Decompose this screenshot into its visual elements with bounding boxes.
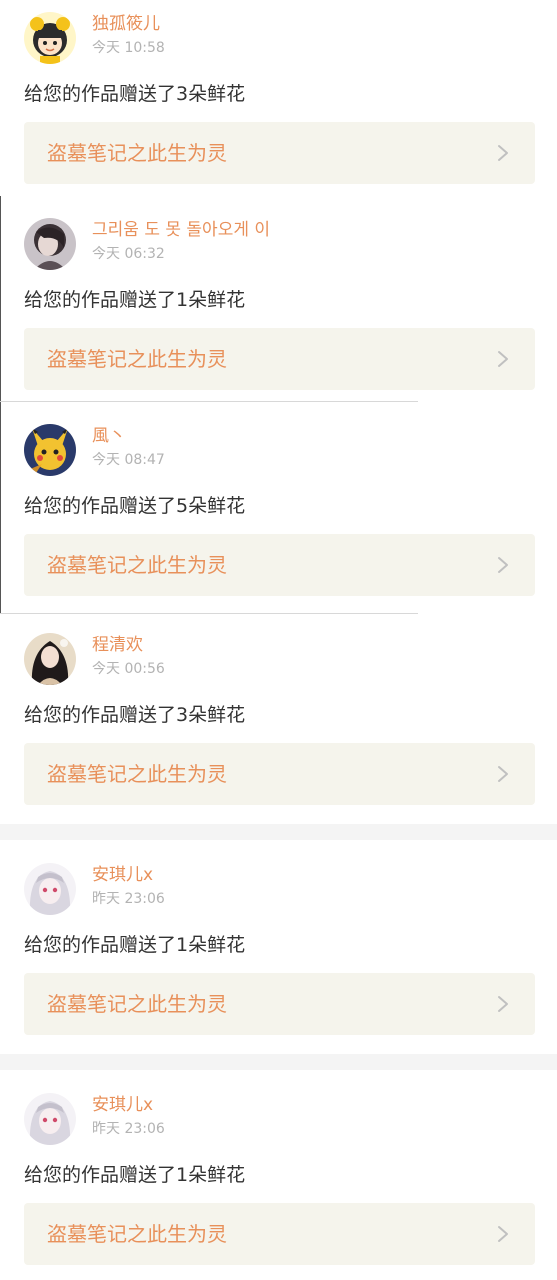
work-link-button[interactable]: 盗墓笔记之此生为灵 [24,973,535,1035]
work-link-button[interactable]: 盗墓笔记之此生为灵 [24,743,535,805]
dark-haired-girl-avatar[interactable] [24,218,76,270]
gift-message: 给您的作品赠送了3朵鲜花 [24,83,246,105]
card-separator [0,1054,557,1070]
notification-card: 그리움 도 못 돌아오게 이 今天 06:32 给您的作品赠送了1朵鲜花 盗墓笔… [0,206,557,402]
chevron-right-icon [493,1224,513,1244]
gift-message: 给您的作品赠送了1朵鲜花 [24,289,246,311]
work-title: 盗墓笔记之此生为灵 [47,762,227,786]
gift-timestamp: 今天 00:56 [92,661,165,677]
notification-card: 安琪儿x 昨天 23:06 给您的作品赠送了1朵鲜花 盗墓笔记之此生为灵 [0,851,557,1054]
work-title: 盗墓笔记之此生为灵 [47,992,227,1016]
work-link-button[interactable]: 盗墓笔记之此生为灵 [24,328,535,390]
notification-card: 独孤筱儿 今天 10:58 给您的作品赠送了3朵鲜花 盗墓笔记之此生为灵 [0,0,557,196]
gift-message: 给您的作品赠送了1朵鲜花 [24,1164,246,1186]
work-link-button[interactable]: 盗墓笔记之此生为灵 [24,122,535,184]
work-title: 盗墓笔记之此生为灵 [47,141,227,165]
chevron-right-icon [493,349,513,369]
sender-username[interactable]: 程清欢 [92,633,143,657]
left-edge-line [0,196,1,614]
notification-card: 程清欢 今天 00:56 给您的作品赠送了3朵鲜花 盗墓笔记之此生为灵 [0,621,557,821]
work-title: 盗墓笔记之此生为灵 [47,553,227,577]
chevron-right-icon [493,764,513,784]
gift-timestamp: 今天 06:32 [92,246,165,262]
long-hair-girl-avatar[interactable] [24,633,76,685]
silver-hair-anime-avatar[interactable] [24,1093,76,1145]
notification-card: 安琪儿x 昨天 23:06 给您的作品赠送了1朵鲜花 盗墓笔记之此生为灵 [0,1081,557,1280]
gift-message: 给您的作品赠送了3朵鲜花 [24,704,246,726]
notification-card: 風丶 今天 08:47 给您的作品赠送了5朵鲜花 盗墓笔记之此生为灵 [0,412,557,612]
gift-timestamp: 昨天 23:06 [92,891,165,907]
gift-message: 给您的作品赠送了5朵鲜花 [24,495,246,517]
card-divider [0,613,418,614]
gift-timestamp: 今天 10:58 [92,40,165,56]
card-divider [0,401,418,402]
sender-username[interactable]: 独孤筱儿 [92,12,160,36]
work-link-button[interactable]: 盗墓笔记之此生为灵 [24,534,535,596]
yellow-creature-avatar[interactable] [24,424,76,476]
sender-username[interactable]: 安琪儿x [92,863,153,887]
work-title: 盗墓笔记之此生为灵 [47,347,227,371]
chevron-right-icon [493,143,513,163]
chevron-right-icon [493,555,513,575]
gift-timestamp: 昨天 23:06 [92,1121,165,1137]
silver-hair-anime-avatar[interactable] [24,863,76,915]
work-link-button[interactable]: 盗墓笔记之此生为灵 [24,1203,535,1265]
gift-message: 给您的作品赠送了1朵鲜花 [24,934,246,956]
cartoon-girl-avatar[interactable] [24,12,76,64]
gift-timestamp: 今天 08:47 [92,452,165,468]
sender-username[interactable]: 安琪儿x [92,1093,153,1117]
chevron-right-icon [493,994,513,1014]
sender-username[interactable]: 風丶 [92,424,126,448]
card-separator [0,824,557,840]
work-title: 盗墓笔记之此生为灵 [47,1222,227,1246]
gift-notification-feed: 独孤筱儿 今天 10:58 给您的作品赠送了3朵鲜花 盗墓笔记之此生为灵 그리움… [0,0,557,1280]
sender-username[interactable]: 그리움 도 못 돌아오게 이 [92,218,270,242]
